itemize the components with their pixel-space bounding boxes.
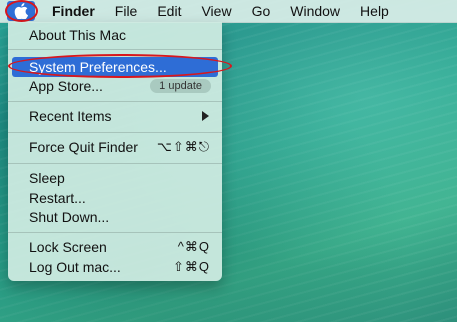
menu-item-sleep[interactable]: Sleep bbox=[8, 168, 222, 188]
menu-item-label: Shut Down... bbox=[29, 209, 110, 225]
apple-menu-button[interactable] bbox=[0, 0, 42, 22]
menubar-window[interactable]: Window bbox=[280, 0, 350, 22]
menu-item-label: Force Quit Finder bbox=[29, 139, 138, 155]
submenu-arrow-icon bbox=[202, 111, 209, 121]
menu-item-label: Restart... bbox=[29, 190, 86, 206]
menu-item-label: Lock Screen bbox=[29, 239, 107, 255]
menu-item-log-out[interactable]: Log Out mac... ⇧⌘Q bbox=[8, 257, 222, 277]
menu-item-label: Log Out mac... bbox=[29, 259, 121, 275]
menubar-go[interactable]: Go bbox=[242, 0, 281, 22]
menu-separator bbox=[8, 232, 222, 233]
menu-item-recent-items[interactable]: Recent Items bbox=[8, 106, 222, 126]
menu-item-label: App Store... bbox=[29, 78, 103, 94]
menubar-finder[interactable]: Finder bbox=[42, 0, 105, 22]
menu-item-restart[interactable]: Restart... bbox=[8, 188, 222, 208]
menu-item-about-this-mac[interactable]: About This Mac bbox=[8, 25, 222, 45]
menu-separator bbox=[8, 132, 222, 133]
apple-menu-annotation-circle bbox=[5, 0, 38, 22]
menu-item-lock-screen[interactable]: Lock Screen ^⌘Q bbox=[8, 237, 222, 257]
menu-separator bbox=[8, 163, 222, 164]
menu-item-label: Sleep bbox=[29, 170, 65, 186]
system-preferences-annotation-circle bbox=[8, 54, 232, 78]
keyboard-shortcut: ⌥⇧⌘⎋ bbox=[156, 139, 210, 154]
apple-dropdown-menu: About This Mac System Preferences... App… bbox=[8, 22, 232, 281]
menu-bar: Finder File Edit View Go Window Help bbox=[0, 0, 457, 23]
menu-separator bbox=[8, 49, 222, 50]
menu-item-force-quit[interactable]: Force Quit Finder ⌥⇧⌘⎋ bbox=[8, 137, 222, 157]
menubar-view[interactable]: View bbox=[191, 0, 241, 22]
menu-item-app-store[interactable]: App Store... 1 update bbox=[8, 76, 222, 96]
menu-item-shut-down[interactable]: Shut Down... bbox=[8, 207, 222, 227]
menubar-edit[interactable]: Edit bbox=[147, 0, 191, 22]
menu-separator bbox=[8, 101, 222, 102]
keyboard-shortcut: ⇧⌘Q bbox=[172, 259, 210, 274]
menu-item-label: About This Mac bbox=[29, 27, 127, 43]
menu-item-label: Recent Items bbox=[29, 108, 112, 124]
keyboard-shortcut: ^⌘Q bbox=[177, 239, 210, 254]
update-count-badge: 1 update bbox=[150, 79, 211, 93]
menubar-file[interactable]: File bbox=[105, 0, 148, 22]
menubar-help[interactable]: Help bbox=[350, 0, 399, 22]
